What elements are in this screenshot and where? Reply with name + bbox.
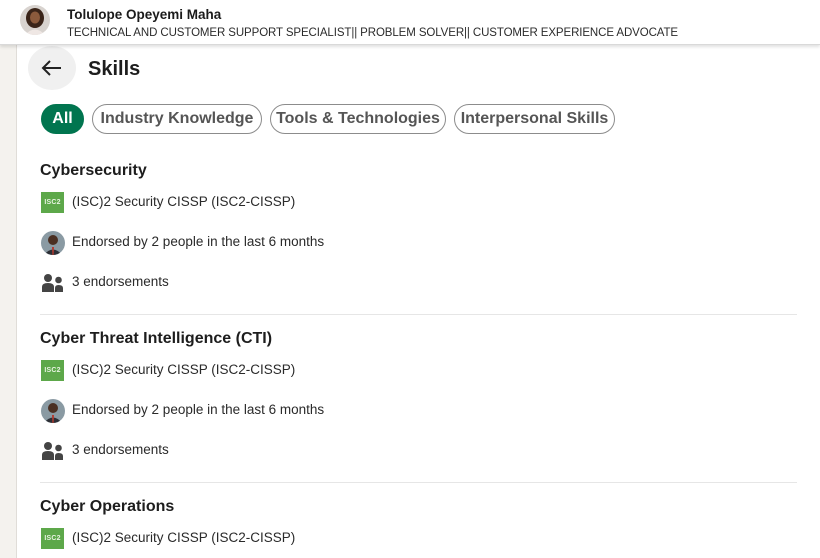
skill-item: Cyber Operations ISC2 (ISC)2 Security CI… (40, 498, 797, 558)
certification-text: (ISC)2 Security CISSP (ISC2-CISSP) (72, 194, 296, 209)
endorsements-text: 3 endorsements (72, 442, 169, 457)
endorser-avatar (41, 399, 65, 423)
people-icon (42, 442, 63, 460)
isc2-logo: ISC2 (41, 360, 64, 381)
endorsements-text: 3 endorsements (72, 274, 169, 289)
endorsed-by-text: Endorsed by 2 people in the last 6 month… (72, 234, 325, 249)
filter-interpersonal-skills[interactable]: Interpersonal Skills (454, 104, 615, 134)
isc2-logo: ISC2 (41, 192, 64, 213)
isc2-logo: ISC2 (41, 528, 64, 549)
divider (40, 314, 797, 315)
skill-item: Cybersecurity ISC2 (ISC)2 Security CISSP… (40, 162, 797, 314)
filter-industry-knowledge[interactable]: Industry Knowledge (92, 104, 262, 134)
skill-name[interactable]: Cybersecurity (40, 162, 147, 180)
page-title: Skills (88, 58, 141, 80)
skills-card: Skills All Industry Knowledge Tools & Te… (16, 44, 820, 558)
skill-item: Cyber Threat Intelligence (CTI) ISC2 (IS… (40, 330, 797, 482)
profile-header: Tolulope Opeyemi Maha TECHNICAL AND CUST… (0, 0, 820, 45)
filter-all[interactable]: All (41, 104, 84, 134)
endorsed-by-text: Endorsed by 2 people in the last 6 month… (72, 402, 325, 417)
people-icon (42, 274, 63, 292)
arrow-left-icon (41, 60, 61, 76)
skill-name[interactable]: Cyber Threat Intelligence (CTI) (40, 330, 272, 348)
skill-name[interactable]: Cyber Operations (40, 498, 174, 516)
profile-headline: TECHNICAL AND CUSTOMER SUPPORT SPECIALIS… (67, 27, 678, 39)
endorser-avatar (41, 231, 65, 255)
profile-avatar[interactable] (20, 5, 50, 35)
certification-text: (ISC)2 Security CISSP (ISC2-CISSP) (72, 530, 296, 545)
back-button[interactable] (28, 46, 76, 90)
profile-name: Tolulope Opeyemi Maha (67, 7, 222, 22)
certification-text: (ISC)2 Security CISSP (ISC2-CISSP) (72, 362, 296, 377)
divider (40, 482, 797, 483)
filter-tools-technologies[interactable]: Tools & Technologies (270, 104, 446, 134)
